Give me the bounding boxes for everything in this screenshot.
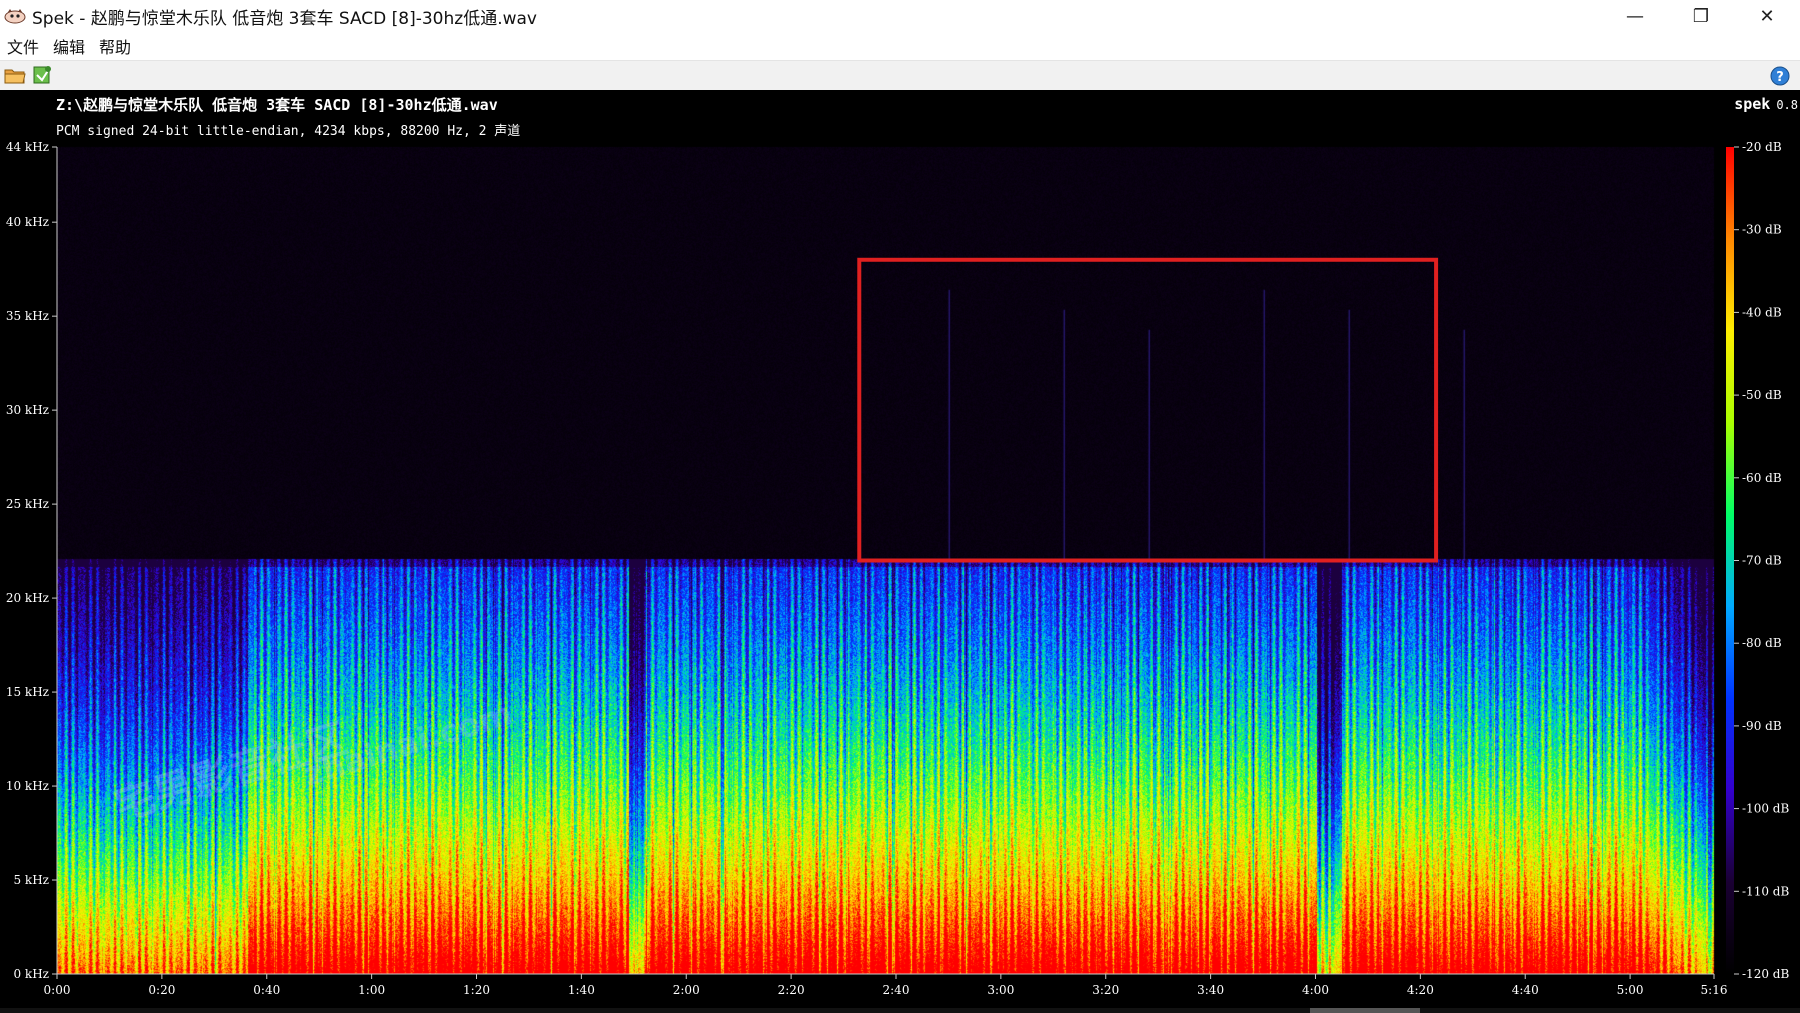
toolbar: ?	[0, 61, 1800, 91]
db-tick-label: -100 dB	[1742, 802, 1789, 816]
db-tick-label: -30 dB	[1742, 223, 1782, 237]
x-tick-label: 4:00	[1302, 983, 1329, 997]
menu-edit[interactable]: 编辑	[46, 34, 92, 58]
db-tick-label: -20 dB	[1742, 140, 1782, 154]
x-tick-label: 2:40	[883, 983, 910, 997]
color-scale-bar	[1726, 147, 1734, 974]
help-icon[interactable]: ?	[1770, 66, 1790, 86]
open-file-icon[interactable]	[4, 65, 26, 85]
svg-text:?: ?	[1776, 70, 1784, 85]
db-tick-label: -70 dB	[1742, 554, 1782, 568]
x-tick-label: 4:40	[1512, 983, 1539, 997]
x-tick-label: 0:20	[148, 983, 175, 997]
x-tick-label: 0:00	[44, 983, 71, 997]
x-tick-label: 5:16	[1701, 983, 1728, 997]
db-tick-label: -40 dB	[1742, 305, 1782, 319]
y-tick-label: 44 kHz	[6, 140, 49, 154]
x-tick-label: 3:40	[1197, 983, 1224, 997]
db-tick-label: -90 dB	[1742, 719, 1782, 733]
y-tick-label: 35 kHz	[6, 309, 49, 323]
x-tick-label: 1:40	[568, 983, 595, 997]
y-tick-label: 40 kHz	[6, 215, 49, 229]
x-tick-label: 2:20	[778, 983, 805, 997]
highlight-box	[857, 257, 1439, 563]
menu-file[interactable]: 文件	[0, 34, 46, 58]
y-tick-label: 15 kHz	[6, 685, 49, 699]
y-tick-label: 10 kHz	[6, 779, 49, 793]
menu-help[interactable]: 帮助	[92, 34, 138, 58]
x-tick-label: 4:20	[1407, 983, 1434, 997]
y-tick-label: 20 kHz	[6, 591, 49, 605]
close-button[interactable]: ✕	[1734, 0, 1800, 32]
x-tick-label: 3:20	[1092, 983, 1119, 997]
scrollbar-thumb[interactable]	[1310, 1008, 1420, 1013]
db-tick-label: -80 dB	[1742, 636, 1782, 650]
window-title: Spek - 赵鹏与惊堂木乐队 低音炮 3套车 SACD [8]-30hz低通.…	[32, 8, 537, 29]
title-bar: Spek - 赵鹏与惊堂木乐队 低音炮 3套车 SACD [8]-30hz低通.…	[0, 0, 1800, 32]
spek-app-icon	[4, 7, 26, 25]
y-tick-label: 25 kHz	[6, 497, 49, 511]
spectrogram-view: Z:\赵鹏与惊堂木乐队 低音炮 3套车 SACD [8]-30hz低通.wav …	[0, 90, 1800, 1013]
x-tick-label: 3:00	[987, 983, 1014, 997]
db-tick-label: -50 dB	[1742, 388, 1782, 402]
horizontal-scrollbar[interactable]	[0, 1008, 1800, 1013]
x-tick-label: 1:00	[358, 983, 385, 997]
db-tick-label: -110 dB	[1742, 884, 1789, 898]
minimize-button[interactable]: —	[1602, 0, 1668, 32]
x-tick-label: 0:40	[253, 983, 280, 997]
menu-bar: 文件 编辑 帮助	[0, 32, 1800, 61]
y-tick-label: 30 kHz	[6, 403, 49, 417]
y-tick-label: 0 kHz	[13, 967, 49, 981]
db-tick-label: -120 dB	[1742, 967, 1789, 981]
y-tick-label: 5 kHz	[13, 873, 49, 887]
x-tick-label: 2:00	[673, 983, 700, 997]
x-tick-label: 5:00	[1617, 983, 1644, 997]
axes-overlay: 0 kHz 5 kHz 10 kHz 15 kHz 20 kHz 25 kHz 30 kHz…	[6, 140, 1790, 997]
x-tick-label: 1:20	[463, 983, 490, 997]
restore-button[interactable]: ❐	[1668, 0, 1734, 32]
save-icon[interactable]	[31, 65, 53, 85]
db-tick-label: -60 dB	[1742, 471, 1782, 485]
